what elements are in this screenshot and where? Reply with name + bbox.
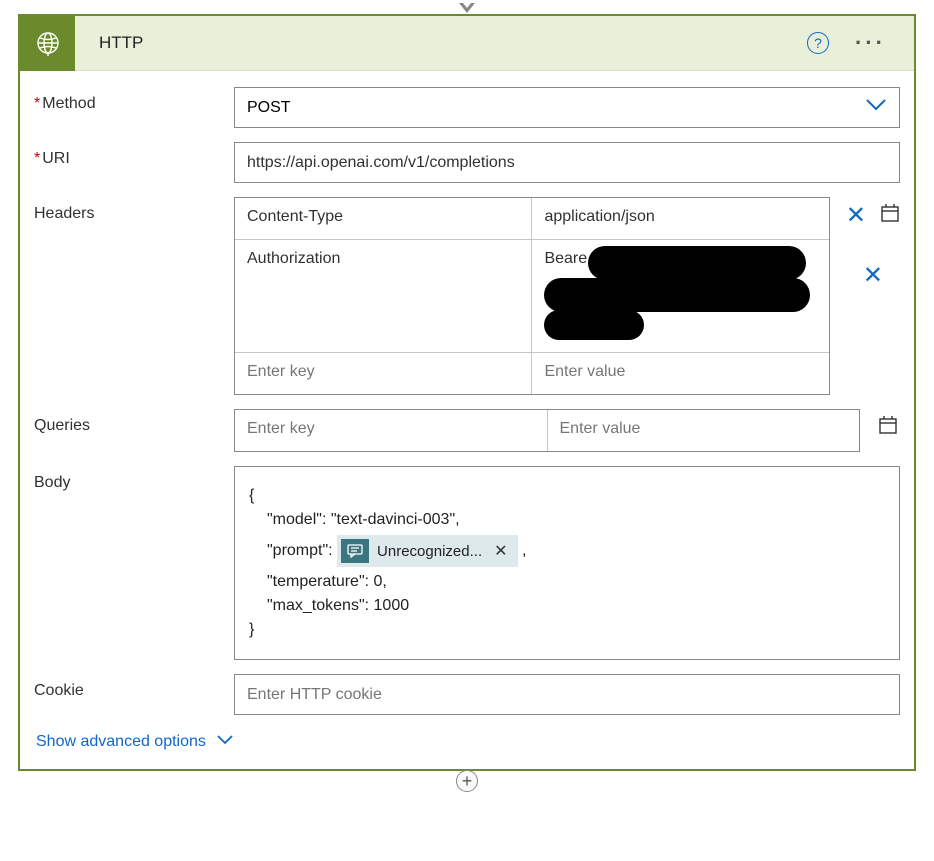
cookie-input[interactable]	[234, 674, 900, 715]
body-text: "model": "text-davinci-003",	[249, 511, 885, 529]
headers-table: Content-Type application/json Authorizat…	[234, 197, 830, 395]
body-text: "prompt": Un	[249, 535, 885, 567]
query-key-placeholder[interactable]: Enter key	[235, 410, 547, 451]
chevron-down-icon	[216, 733, 234, 751]
header-value-cell[interactable]: Beare	[531, 240, 828, 352]
body-label: Body	[34, 466, 234, 492]
redacted-block	[544, 278, 810, 312]
card-title: HTTP	[99, 33, 807, 53]
add-step-button-area: +	[18, 770, 916, 792]
header-key-cell[interactable]: Content-Type	[235, 198, 531, 239]
globe-icon	[20, 16, 75, 71]
more-menu-icon[interactable]: ···	[855, 32, 886, 54]
redacted-block	[588, 246, 806, 280]
header-key-placeholder[interactable]: Enter key	[235, 353, 531, 394]
add-step-button[interactable]: +	[456, 770, 478, 792]
uri-label: *URI	[34, 142, 234, 168]
header-row[interactable]: Authorization Beare	[235, 239, 829, 352]
delete-header-row-button[interactable]: ✕	[846, 204, 866, 228]
delete-header-row-button[interactable]: ✕	[863, 264, 883, 288]
auth-value-text: Beare	[544, 250, 587, 267]
cookie-label: Cookie	[34, 674, 234, 700]
body-text: "max_tokens": 1000	[249, 597, 885, 615]
header-row-new[interactable]: Enter key Enter value	[235, 352, 829, 394]
help-icon[interactable]: ?	[807, 32, 829, 54]
body-text: {	[249, 487, 885, 505]
dynamic-content-chip[interactable]: Unrecognized... ✕	[337, 535, 517, 567]
method-label: *Method	[34, 87, 234, 113]
query-row-new[interactable]: Enter key Enter value	[235, 410, 859, 451]
method-select[interactable]: POST	[234, 87, 900, 128]
switch-mode-icon[interactable]	[880, 203, 900, 228]
queries-label: Queries	[34, 409, 234, 435]
uri-input[interactable]	[234, 142, 900, 183]
switch-mode-icon[interactable]	[878, 415, 898, 440]
redacted-block	[544, 310, 644, 340]
method-value: POST	[247, 99, 291, 117]
chip-label: Unrecognized...	[377, 543, 482, 560]
body-text: }	[249, 621, 885, 639]
queries-table: Enter key Enter value	[234, 409, 860, 452]
flow-arrow-down	[18, 0, 916, 14]
body-input[interactable]: { "model": "text-davinci-003", "prompt":	[234, 466, 900, 660]
chat-icon	[341, 539, 369, 563]
headers-label: Headers	[34, 197, 234, 223]
http-action-card: HTTP ? ··· *Method POST	[18, 14, 916, 771]
header-value-placeholder[interactable]: Enter value	[531, 353, 828, 394]
header-key-cell[interactable]: Authorization	[235, 240, 531, 352]
header-row[interactable]: Content-Type application/json	[235, 198, 829, 239]
chevron-down-icon	[865, 98, 887, 117]
body-text: "temperature": 0,	[249, 573, 885, 591]
show-advanced-options-link[interactable]: Show advanced options	[36, 733, 234, 751]
chip-remove-icon[interactable]: ✕	[494, 541, 507, 561]
header-value-cell[interactable]: application/json	[531, 198, 828, 239]
card-header[interactable]: HTTP ? ···	[20, 16, 914, 71]
query-value-placeholder[interactable]: Enter value	[547, 410, 860, 451]
